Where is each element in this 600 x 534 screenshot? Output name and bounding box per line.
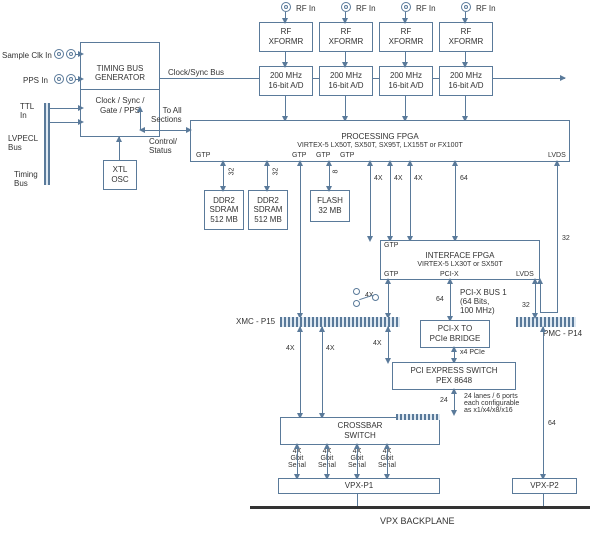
crossbar-switch: CROSSBAR SWITCH [280, 417, 440, 445]
proc-gtp-4: GTP [340, 152, 354, 159]
rf-in-label-2: RF In [356, 4, 376, 13]
xmc-4x-3: 4X [373, 340, 382, 347]
switch-node-3 [372, 294, 379, 301]
pex-to-crossbar-hatch [396, 414, 440, 420]
p-4x-2: 4X [394, 175, 403, 182]
proc-gtp-1: GTP [196, 152, 210, 159]
iface-lvds: LVDS [516, 271, 534, 278]
backplane-label: VPX BACKPLANE [380, 516, 455, 526]
switch-node-1 [353, 288, 360, 295]
sample-clk-label: Sample Clk In [2, 51, 52, 60]
timing-bus-label: Timing Bus [14, 170, 38, 188]
p-64: 64 [460, 175, 468, 182]
pcix-bus-label: PCI-X BUS 1 (64 Bits, 100 MHz) [460, 288, 507, 315]
pps-in-port [54, 74, 64, 84]
pps-in-label: PPS In [23, 76, 48, 85]
pcix-bridge: PCI-X TO PCIe BRIDGE [420, 320, 490, 348]
xtl-osc: XTL OSC [103, 160, 137, 190]
iface-gtp-top: GTP [384, 242, 398, 249]
rf-in-label-3: RF In [416, 4, 436, 13]
pmc-label: PMC - P14 [543, 329, 582, 338]
rf-in-3 [401, 2, 411, 12]
proc-fpga-title: PROCESSING FPGA [341, 132, 418, 142]
rf-xformr-3: RF XFORMR [379, 22, 433, 52]
adc-4: 200 MHz 16-bit A/D [439, 66, 493, 96]
timing-gen-sub: Clock / Sync / Gate / PPS [81, 89, 159, 115]
to-all-label: To All Sections [151, 106, 182, 124]
switch-node-2 [353, 300, 360, 307]
proc-lvds: LVDS [548, 152, 566, 159]
p-4x-3: 4X [414, 175, 423, 182]
backplane-bar [250, 506, 590, 509]
pcie-x4-label: x4 PCIe [460, 349, 485, 356]
rf-xformr-1: RF XFORMR [259, 22, 313, 52]
pex-24: 24 [440, 397, 448, 404]
rf-xformr-4: RF XFORMR [439, 22, 493, 52]
proc-gtp-3: GTP [316, 152, 330, 159]
xmc-4x-2: 4X [326, 345, 335, 352]
proc-gtp-2: GTP [292, 152, 306, 159]
pmc-64: 64 [548, 420, 556, 427]
iface-pcix: PCI-X [440, 271, 459, 278]
pcix-64: 64 [436, 296, 444, 303]
iface-fpga-title: INTERFACE FPGA [426, 251, 495, 261]
p-4x-1: 4X [374, 175, 383, 182]
pex-lanes: 24 lanes / 6 ports each configurable as … [464, 393, 519, 414]
xmc-4x-1: 4X [286, 345, 295, 352]
ctrl-status-label: Control/ Status [149, 137, 177, 155]
iface-fpga-sub: VIRTEX-5 LX30T or SX50T [417, 261, 502, 269]
pex-switch: PCI EXPRESS SWITCH PEX 8648 [392, 362, 516, 390]
vpx-p2: VPX-P2 [512, 478, 577, 494]
adc-2: 200 MHz 16-bit A/D [319, 66, 373, 96]
sample-clk-port [54, 49, 64, 59]
flash-8: 8 [332, 170, 339, 174]
pmc-32: 32 [522, 302, 530, 309]
timing-gen-title: TIMING BUS GENERATOR [95, 64, 145, 83]
adc-3: 200 MHz 16-bit A/D [379, 66, 433, 96]
timing-bus-vstrip [44, 103, 50, 185]
pmc-connector [516, 317, 576, 327]
proc-fpga-sub: VIRTEX-5 LX50T, SX50T, SX95T, LX155T or … [297, 142, 463, 150]
lvpecl-label: LVPECL Bus [8, 134, 38, 152]
ddr-32-2: 32 [272, 168, 279, 176]
timing-bus-generator: TIMING BUS GENERATOR Clock / Sync / Gate… [80, 42, 160, 137]
vpx-p1: VPX-P1 [278, 478, 440, 494]
xmc-label: XMC - P15 [236, 317, 275, 326]
processing-fpga: PROCESSING FPGA VIRTEX-5 LX50T, SX50T, S… [190, 120, 570, 162]
iface-gtp: GTP [384, 271, 398, 278]
rf-in-label-4: RF In [476, 4, 496, 13]
flash: FLASH 32 MB [310, 190, 350, 222]
rf-in-4 [461, 2, 471, 12]
rf-in-2 [341, 2, 351, 12]
clock-sync-bus-label: Clock/Sync Bus [168, 68, 224, 77]
ddr2-2: DDR2 SDRAM 512 MB [248, 190, 288, 230]
rf-in-label-1: RF In [296, 4, 316, 13]
rf-xformr-2: RF XFORMR [319, 22, 373, 52]
ttl-in-label: TTL In [20, 102, 34, 120]
rf-in-1 [281, 2, 291, 12]
ddr2-1: DDR2 SDRAM 512 MB [204, 190, 244, 230]
lvds-32: 32 [562, 235, 570, 242]
ddr-32-1: 32 [228, 168, 235, 176]
adc-1: 200 MHz 16-bit A/D [259, 66, 313, 96]
